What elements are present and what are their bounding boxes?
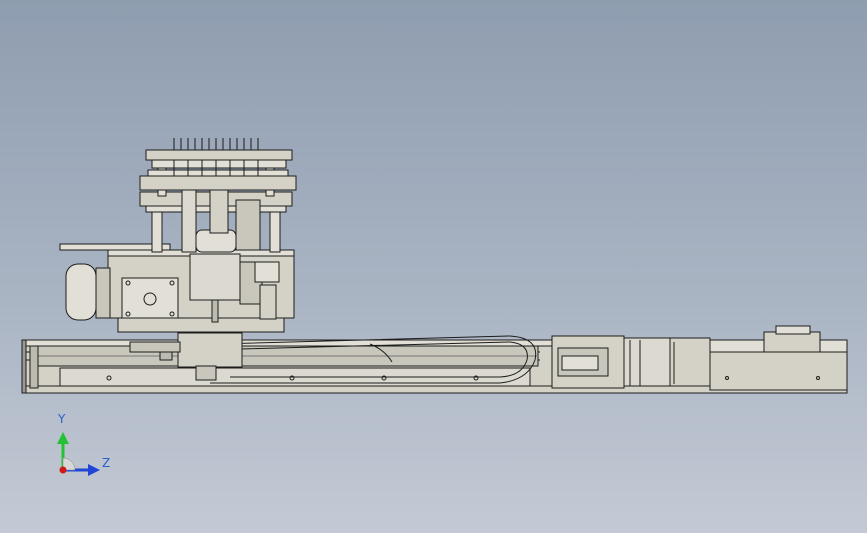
linear-module-assembly[interactable] [0, 0, 867, 533]
gripper-head[interactable] [59, 149, 297, 333]
y-axis-label: Y [58, 412, 66, 426]
end-stop-block[interactable] [763, 325, 821, 353]
triad-axes [57, 432, 100, 476]
y-axis-arrowhead [57, 432, 69, 444]
cad-viewport[interactable]: Y Z [0, 0, 867, 533]
z-axis-arrowhead [88, 464, 100, 476]
z-axis-label: Z [102, 456, 111, 470]
origin-icon [59, 466, 67, 474]
coordinate-triad: Y Z [40, 410, 130, 480]
